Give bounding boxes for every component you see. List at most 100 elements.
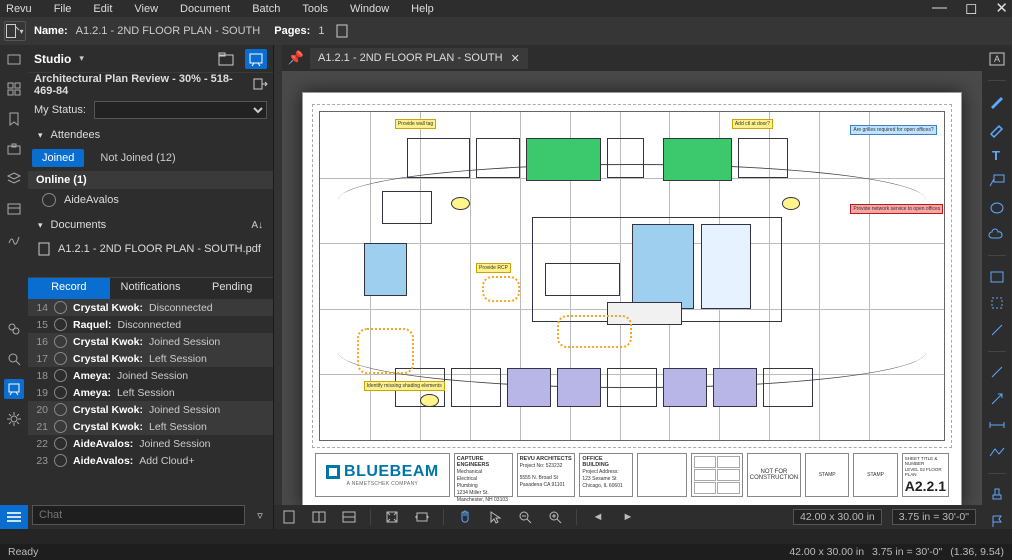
document-item[interactable]: A1.2.1 - 2ND FLOOR PLAN - SOUTH.pdf bbox=[28, 237, 273, 261]
menu-help[interactable]: Help bbox=[411, 3, 434, 15]
attendee-row[interactable]: AideAvalos bbox=[28, 189, 273, 213]
arrow-icon[interactable] bbox=[986, 390, 1008, 407]
split-vertical-icon[interactable] bbox=[310, 508, 328, 526]
record-row[interactable]: 21Crystal Kwok:Left Session bbox=[28, 418, 273, 435]
menu-document[interactable]: Document bbox=[180, 3, 230, 15]
record-row[interactable]: 23AideAvalos:Add Cloud+ bbox=[28, 452, 273, 469]
menu-window[interactable]: Window bbox=[350, 3, 389, 15]
menu-edit[interactable]: Edit bbox=[93, 3, 112, 15]
my-status-select[interactable] bbox=[94, 101, 267, 119]
avatar-icon bbox=[54, 420, 67, 433]
sort-icon[interactable]: A↓ bbox=[251, 220, 263, 231]
panel-scrollbar[interactable] bbox=[274, 45, 282, 529]
image-icon[interactable] bbox=[986, 322, 1008, 339]
file-access-icon[interactable] bbox=[4, 49, 24, 69]
new-document-button[interactable]: ▾ bbox=[4, 21, 26, 41]
menu-view[interactable]: View bbox=[134, 3, 158, 15]
crop-icon[interactable] bbox=[986, 295, 1008, 312]
flag-icon[interactable] bbox=[986, 512, 1008, 529]
tb-revisions bbox=[691, 453, 743, 497]
studio-icon[interactable] bbox=[4, 379, 24, 399]
highlighter-icon[interactable] bbox=[986, 120, 1008, 137]
menu-tools[interactable]: Tools bbox=[302, 3, 328, 15]
studio-sessions-button[interactable] bbox=[245, 49, 267, 69]
brand-text: BLUEBEAM bbox=[344, 463, 439, 481]
pan-tool-icon[interactable] bbox=[456, 508, 474, 526]
record-row[interactable]: 14Crystal Kwok:Disconnected bbox=[28, 299, 273, 316]
ellipse-icon[interactable] bbox=[986, 200, 1008, 217]
document-canvas[interactable]: Provide wall tag Add ctl at door? Provid… bbox=[282, 71, 982, 529]
bookmarks-icon[interactable] bbox=[4, 109, 24, 129]
record-action: Joined Session bbox=[139, 438, 210, 450]
record-row[interactable]: 17Crystal Kwok:Left Session bbox=[28, 350, 273, 367]
forms-icon[interactable] bbox=[4, 199, 24, 219]
document-tab[interactable]: A1.2.1 - 2ND FLOOR PLAN - SOUTH ✕ bbox=[310, 48, 528, 69]
record-row[interactable]: 15Raquel:Disconnected bbox=[28, 316, 273, 333]
markups-list-icon[interactable] bbox=[0, 505, 28, 529]
close-icon[interactable]: ✕ bbox=[995, 0, 1008, 17]
tab-notifications[interactable]: Notifications bbox=[110, 278, 192, 299]
tb-stamp-2: STAMP bbox=[853, 453, 897, 497]
scale-value[interactable]: 3.75 in = 30'-0" bbox=[892, 509, 976, 525]
close-tab-icon[interactable]: ✕ bbox=[511, 52, 520, 65]
maximize-icon[interactable]: ◻ bbox=[965, 0, 977, 17]
avatar-icon bbox=[54, 437, 67, 450]
text-tool-icon[interactable]: T bbox=[986, 146, 1008, 163]
split-horizontal-icon[interactable] bbox=[340, 508, 358, 526]
pen-tool-icon[interactable] bbox=[986, 93, 1008, 110]
pages-value: 1 bbox=[318, 25, 324, 37]
chevron-down-icon[interactable]: ▾ bbox=[79, 53, 84, 64]
joined-tab[interactable]: Joined bbox=[32, 149, 84, 167]
record-who: Raquel: bbox=[73, 319, 112, 331]
record-list[interactable]: 14Crystal Kwok:Disconnected 15Raquel:Dis… bbox=[28, 299, 273, 501]
fit-width-icon[interactable] bbox=[413, 508, 431, 526]
thumbnails-icon[interactable] bbox=[4, 79, 24, 99]
tab-record[interactable]: Record bbox=[28, 278, 110, 299]
signatures-icon[interactable] bbox=[4, 229, 24, 249]
menu-file[interactable]: File bbox=[54, 3, 72, 15]
minimize-icon[interactable]: — bbox=[932, 0, 947, 17]
record-row[interactable]: 22AideAvalos:Joined Session bbox=[28, 435, 273, 452]
single-page-icon[interactable] bbox=[280, 508, 298, 526]
record-row[interactable]: 18Ameya:Joined Session bbox=[28, 367, 273, 384]
documents-header[interactable]: ▾ Documents A↓ bbox=[28, 213, 273, 237]
record-num: 14 bbox=[32, 302, 48, 314]
polyline-icon[interactable] bbox=[986, 444, 1008, 461]
menu-revu[interactable]: Revu bbox=[6, 3, 32, 15]
prev-view-icon[interactable]: ◄ bbox=[589, 508, 607, 526]
leave-session-icon[interactable] bbox=[253, 78, 267, 93]
studio-projects-button[interactable] bbox=[215, 49, 237, 69]
record-row[interactable]: 16Crystal Kwok:Joined Session bbox=[28, 333, 273, 350]
next-view-icon[interactable]: ► bbox=[619, 508, 637, 526]
layers-icon[interactable] bbox=[4, 169, 24, 189]
settings-icon[interactable] bbox=[4, 409, 24, 429]
toolchest-icon[interactable] bbox=[4, 139, 24, 159]
cloud-icon[interactable] bbox=[986, 227, 1008, 244]
pin-icon[interactable]: 📌 bbox=[286, 50, 306, 66]
links-icon[interactable] bbox=[4, 319, 24, 339]
text-box-icon[interactable]: A bbox=[986, 51, 1008, 68]
record-action: Left Session bbox=[149, 353, 207, 365]
tab-pending[interactable]: Pending bbox=[191, 278, 273, 299]
page-size-value[interactable]: 42.00 x 30.00 in bbox=[793, 509, 882, 525]
line-icon[interactable] bbox=[986, 364, 1008, 381]
record-row[interactable]: 19Ameya:Left Session bbox=[28, 384, 273, 401]
floor-plan: Provide wall tag Add ctl at door? Provid… bbox=[319, 111, 945, 441]
rectangle-icon[interactable] bbox=[986, 268, 1008, 285]
tab-strip: 📌 A1.2.1 - 2ND FLOOR PLAN - SOUTH ✕ bbox=[282, 45, 982, 71]
stamp-icon[interactable] bbox=[986, 486, 1008, 503]
select-tool-icon[interactable] bbox=[486, 508, 504, 526]
zoom-out-icon[interactable] bbox=[516, 508, 534, 526]
page-thumbnail-button[interactable] bbox=[332, 21, 354, 41]
record-row[interactable]: 20Crystal Kwok:Joined Session bbox=[28, 401, 273, 418]
filter-icon[interactable]: ▿ bbox=[251, 509, 269, 522]
zoom-in-icon[interactable] bbox=[546, 508, 564, 526]
fit-page-icon[interactable] bbox=[383, 508, 401, 526]
chat-input[interactable] bbox=[32, 505, 245, 525]
not-joined-tab[interactable]: Not Joined (12) bbox=[90, 149, 185, 167]
callout-icon[interactable] bbox=[986, 173, 1008, 190]
attendees-header[interactable]: ▾ Attendees bbox=[28, 123, 273, 147]
menu-batch[interactable]: Batch bbox=[252, 3, 280, 15]
search-icon[interactable] bbox=[4, 349, 24, 369]
dimension-icon[interactable] bbox=[986, 417, 1008, 434]
